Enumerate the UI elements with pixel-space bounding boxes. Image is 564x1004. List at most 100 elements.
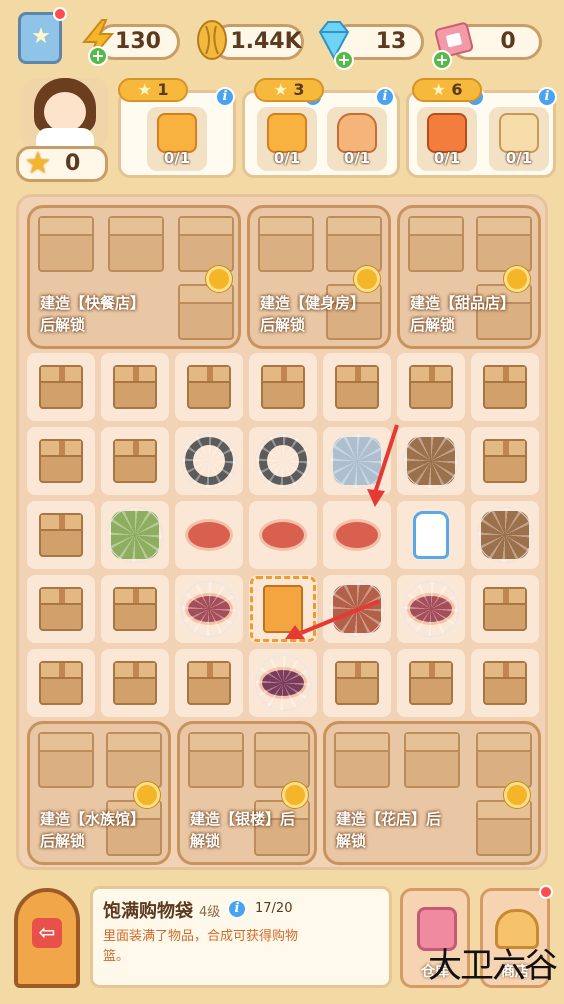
locked-area-dessert[interactable]: 建造【甜品店】 后解锁 xyxy=(397,205,541,349)
tickets-value: 0 xyxy=(500,29,516,54)
locked-area-jewelry[interactable]: 建造【银楼】后 解锁 xyxy=(177,721,317,865)
order-item[interactable]: 0/1 xyxy=(489,107,549,171)
grid-cell[interactable] xyxy=(175,427,243,495)
cobweb-icon xyxy=(403,581,459,637)
box-icon xyxy=(39,513,83,557)
grid-cell[interactable] xyxy=(397,575,465,643)
grid-cell[interactable] xyxy=(471,353,539,421)
order-item-count: 0/1 xyxy=(343,149,371,167)
order-item-count: 0/1 xyxy=(505,149,533,167)
star-icon: ★ xyxy=(273,80,294,99)
notification-dot xyxy=(539,885,553,899)
box-icon xyxy=(108,216,164,272)
item-level: 4级 xyxy=(199,905,221,920)
box-icon xyxy=(178,284,234,340)
star-icon: ★ xyxy=(31,24,51,49)
box-icon xyxy=(113,587,157,631)
box-icon xyxy=(476,800,532,856)
box-icon xyxy=(409,661,453,705)
grid-cell[interactable] xyxy=(249,649,317,717)
box-icon xyxy=(38,732,94,788)
cobweb-icon xyxy=(477,507,533,563)
sunflower-seeds-icon xyxy=(259,519,307,551)
locked-area-aquarium[interactable]: 建造【水族馆】 后解锁 xyxy=(27,721,171,865)
order-star-count: 6 xyxy=(451,80,463,99)
add-tickets-button[interactable]: + xyxy=(432,50,452,70)
watermark: 大卫六谷 xyxy=(428,946,558,986)
locked-area-gym[interactable]: 建造【健身房】 后解锁 xyxy=(247,205,391,349)
cobweb-icon xyxy=(107,507,163,563)
cobweb-icon xyxy=(255,655,311,711)
grid-cell[interactable] xyxy=(471,501,539,569)
grid-cell[interactable] xyxy=(323,501,391,569)
info-icon[interactable]: i xyxy=(215,87,235,107)
seeds-value: 1.44K xyxy=(230,29,302,54)
snack-bag-icon xyxy=(267,113,307,153)
grid-cell[interactable] xyxy=(249,501,317,569)
jar-icon xyxy=(337,113,377,153)
grid-cell[interactable] xyxy=(27,501,95,569)
order-item-count: 0/1 xyxy=(273,149,301,167)
sunflower-seed-icon xyxy=(197,20,227,60)
avatar[interactable] xyxy=(22,78,108,148)
item-name: 饱满购物袋 xyxy=(103,901,193,922)
grid-cell[interactable] xyxy=(471,575,539,643)
grid-cell[interactable] xyxy=(323,353,391,421)
star-icon: ★ xyxy=(24,146,52,181)
grid-cell[interactable] xyxy=(249,427,317,495)
box-icon xyxy=(326,216,382,272)
grid-cell[interactable] xyxy=(175,575,243,643)
grid-cell[interactable] xyxy=(397,353,465,421)
order-card-2[interactable]: 0/1 0/1 i i xyxy=(242,87,400,178)
box-icon xyxy=(409,365,453,409)
grid-cell[interactable] xyxy=(249,353,317,421)
box-icon xyxy=(113,661,157,705)
grid-cell[interactable] xyxy=(27,427,95,495)
order-item[interactable]: 0/1 xyxy=(257,107,317,171)
grid-cell[interactable] xyxy=(175,501,243,569)
coin-icon xyxy=(504,266,530,292)
box-icon xyxy=(335,661,379,705)
order-item[interactable]: 0/1 xyxy=(417,107,477,171)
grid-cell[interactable] xyxy=(175,649,243,717)
box-icon xyxy=(39,661,83,705)
grid-cell[interactable] xyxy=(397,501,465,569)
grid-cell[interactable] xyxy=(101,427,169,495)
grid-cell[interactable] xyxy=(27,353,95,421)
grid-cell[interactable] xyxy=(397,649,465,717)
order-star-count: 3 xyxy=(293,80,305,99)
grid-cell[interactable] xyxy=(27,575,95,643)
exit-door-button[interactable]: ⇦ xyxy=(14,888,80,988)
order-card-1[interactable]: 0/1 i xyxy=(118,87,236,178)
order-item[interactable]: 0/1 xyxy=(327,107,387,171)
order-item[interactable]: 0/1 xyxy=(147,107,207,171)
info-icon[interactable]: i xyxy=(537,87,557,107)
add-gems-button[interactable]: + xyxy=(334,50,354,70)
info-icon[interactable]: i xyxy=(227,899,247,919)
locked-area-fast-food[interactable]: 建造【快餐店】 后解锁 xyxy=(27,205,241,349)
add-energy-button[interactable]: + xyxy=(88,46,108,66)
box-icon xyxy=(335,365,379,409)
grid-cell[interactable] xyxy=(101,649,169,717)
coin-icon xyxy=(206,266,232,292)
grid-cell[interactable] xyxy=(27,649,95,717)
grid-cell[interactable] xyxy=(101,353,169,421)
player-level[interactable]: ★ 0 xyxy=(16,146,108,182)
grid-cell[interactable] xyxy=(471,427,539,495)
locked-area-flower[interactable]: 建造【花店】后 解锁 xyxy=(323,721,541,865)
grid-cell[interactable] xyxy=(101,575,169,643)
coin-icon xyxy=(134,782,160,808)
grid-cell[interactable] xyxy=(175,353,243,421)
item-description: 里面装满了物品，合成可获得购物篮。 xyxy=(103,929,299,964)
cobweb-icon xyxy=(181,581,237,637)
box-icon xyxy=(113,365,157,409)
grid-cell[interactable] xyxy=(471,649,539,717)
info-icon[interactable]: i xyxy=(375,87,395,107)
grid-cell[interactable] xyxy=(323,649,391,717)
notebook-icon[interactable]: ★ xyxy=(18,7,67,64)
order-card-3[interactable]: 0/1 0/1 i i xyxy=(406,87,557,178)
box-icon xyxy=(483,587,527,631)
box-icon xyxy=(258,216,314,272)
locked-area-label: 建造【健身房】 后解锁 xyxy=(260,294,366,334)
grid-cell[interactable] xyxy=(101,501,169,569)
